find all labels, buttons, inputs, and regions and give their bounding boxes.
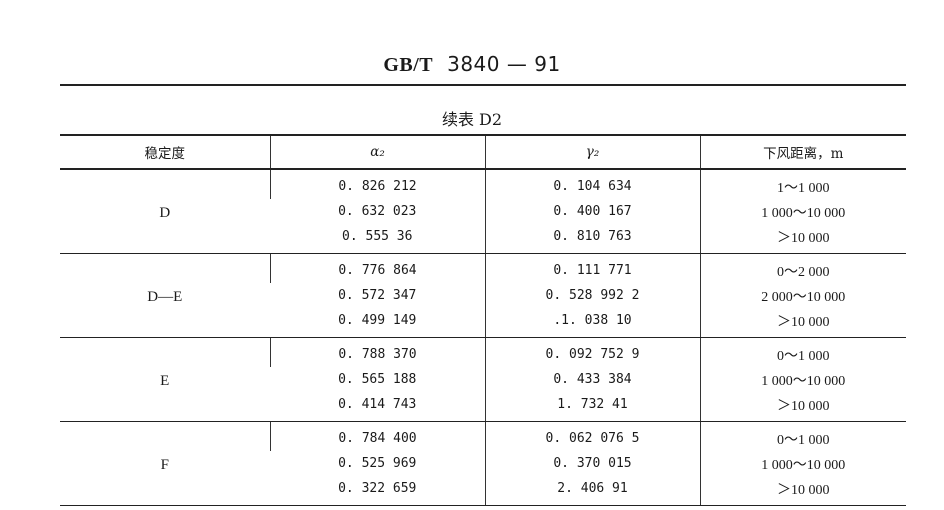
table-row: E 0. 788 370 0. 092 752 9 0～1 000 [60, 337, 906, 422]
gamma2-cell: 0. 433 384 [484, 367, 700, 392]
header-alpha2: α₂ [269, 134, 485, 170]
table-row: D—E 0. 776 864 0. 111 771 0～2 000 [60, 253, 906, 338]
standard-code: GB/T [383, 54, 434, 76]
gamma2-cell: 0. 104 634 [484, 169, 700, 199]
table-caption: 续表 D2 [441, 110, 503, 129]
distance-cell: 1 000～10 000 [699, 367, 906, 392]
gamma2-cell: .1. 038 10 [484, 308, 700, 338]
alpha2-cell: 0. 555 36 [270, 224, 485, 254]
table-row: F 0. 784 400 0. 062 076 5 0～1 000 [60, 421, 906, 506]
header-stability: 稳定度 [60, 134, 270, 170]
distance-cell: 0～1 000 [699, 421, 906, 451]
gamma2-cell: 0. 111 771 [484, 253, 700, 283]
alpha2-cell: 0. 788 370 [269, 337, 485, 367]
alpha2-cell: 0. 572 347 [338, 288, 417, 303]
stability-class-cell: F [60, 421, 270, 506]
table-header-row: 稳定度 α₂ γ₂ 下风距离，m [60, 134, 906, 170]
gamma2-cell: 0. 370 015 [484, 451, 700, 476]
distance-cell: 0～1 000 [699, 337, 906, 367]
header-gamma2: γ₂ [484, 134, 700, 170]
alpha2-cell: 0. 499 149 [270, 308, 485, 338]
alpha2-cell: 0. 632 023 [338, 204, 417, 219]
page-header: GB/T 3840 — 91 [0, 52, 944, 77]
distance-cell: 1～1 000 [699, 169, 906, 199]
table-row: D 0. 826 212 0. 104 634 1～1 000 [60, 169, 906, 254]
gamma2-cell: 0. 092 752 9 [484, 337, 700, 367]
stability-class-cell: D—E [60, 253, 270, 338]
stability-class-cell: D [60, 169, 270, 254]
alpha2-cell: 0. 784 400 [269, 421, 485, 451]
header-downwind-distance: 下风距离，m [699, 134, 906, 170]
distance-cell: ＞10 000 [699, 476, 906, 506]
standard-number: 3840 — 91 [447, 52, 561, 76]
gamma2-cell: 0. 810 763 [484, 224, 700, 254]
distance-cell: ＞10 000 [699, 392, 906, 422]
distance-cell: 1 000～10 000 [699, 451, 906, 476]
alpha2-cell: 0. 322 659 [270, 476, 485, 506]
data-table: 稳定度 α₂ γ₂ 下风距离，m D 0. 826 212 0. 104 634 1～… [60, 134, 906, 506]
gamma2-cell: 0. 062 076 5 [484, 421, 700, 451]
gamma2-cell: 2. 406 91 [484, 476, 700, 506]
table-body: D 0. 826 212 0. 104 634 1～1 000 0. 632 023 0.… [60, 169, 906, 506]
stability-class-cell: E [60, 337, 270, 422]
distance-cell: 1 000～10 000 [699, 199, 906, 224]
distance-cell: ＞10 000 [699, 224, 906, 254]
distance-cell: 0～2 000 [699, 253, 906, 283]
gamma2-cell: 1. 732 41 [484, 392, 700, 422]
distance-cell: ＞10 000 [699, 308, 906, 338]
gamma2-cell: 0. 400 167 [484, 199, 700, 224]
distance-cell: 2 000～10 000 [699, 283, 906, 308]
alpha2-cell: 0. 826 212 [269, 169, 485, 199]
header-rule [60, 84, 906, 86]
alpha2-cell: 0. 414 743 [270, 392, 485, 422]
alpha2-cell: 0. 565 188 [338, 372, 417, 387]
gamma2-cell: 0. 528 992 2 [484, 283, 700, 308]
alpha2-cell: 0. 525 969 [338, 456, 417, 471]
alpha2-cell: 0. 776 864 [269, 253, 485, 283]
